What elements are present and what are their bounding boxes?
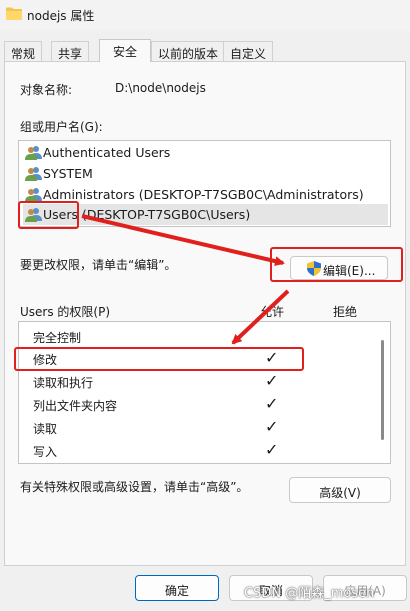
allow-check: ✓ [265,417,279,436]
list-item-label: Administrators (DESKTOP-T7SGB0C\Administ… [43,187,364,202]
tab-sharing[interactable]: 共享 [51,41,90,61]
groups-label: 组或用户名(G): [20,120,103,134]
permissions-scrollbar[interactable] [381,340,384,440]
tab-security[interactable]: 安全 [99,39,151,62]
list-item-system[interactable]: SYSTEM [23,163,388,184]
window-title: nodejs 属性 [27,9,95,23]
tab-customize[interactable]: 自定义 [223,41,274,61]
uac-shield-icon [307,261,321,276]
watermark: CSDN @陌森_mosen [244,586,375,601]
allow-check: ✓ [265,440,279,459]
edit-button-label: 编辑(E)... [323,264,376,278]
permission-row: 读取和执行 ✓ [19,370,374,393]
user-group-icon [25,188,42,202]
permissions-list: 完全控制 修改 ✓ 读取和执行 ✓ 列出文件夹内容 ✓ 读取 ✓ 写入 ✓ [18,321,391,464]
advanced-button[interactable]: 高级(V) [289,477,391,503]
object-name-value: D:\node\nodejs [115,81,206,95]
allow-check: ✓ [265,394,279,413]
user-group-icon [25,146,42,160]
permission-name: 列出文件夹内容 [33,399,118,413]
list-item-administrators[interactable]: Administrators (DESKTOP-T7SGB0C\Administ… [23,184,388,205]
list-item-users[interactable]: Users (DESKTOP-T7SGB0C\Users) [23,204,388,225]
permission-row: 读取 ✓ [19,416,374,439]
list-item-label: Authenticated Users [43,145,171,160]
list-item-label: Users (DESKTOP-T7SGB0C\Users) [43,207,251,222]
user-group-icon [25,167,42,181]
permission-name: 读取和执行 [33,376,94,390]
user-group-icon [25,208,42,222]
tab-general[interactable]: 常规 [4,41,43,61]
permissions-label: Users 的权限(P) [20,305,111,319]
permission-name: 修改 [33,353,58,367]
list-item-authenticated-users[interactable]: Authenticated Users [23,142,388,163]
deny-header: 拒绝 [333,305,358,319]
permission-name: 写入 [33,445,58,459]
permission-row: 完全控制 [19,325,374,348]
users-list: Authenticated Users SYSTEM Administrator… [18,140,391,227]
object-name-label: 对象名称: [20,83,73,97]
title-bar: nodejs 属性 [0,0,410,30]
ok-button[interactable]: 确定 [135,575,219,601]
permission-row: 修改 ✓ [19,347,374,370]
allow-check: ✓ [265,371,279,390]
permission-row: 写入 ✓ [19,439,374,462]
allow-header: 允许 [260,305,285,319]
allow-check: ✓ [265,348,279,367]
permission-name: 完全控制 [33,331,82,345]
list-item-label: SYSTEM [43,166,93,181]
edit-button[interactable]: 编辑(E)... [290,256,388,280]
change-hint: 要更改权限，请单击“编辑”。 [20,258,177,272]
permission-row: 列出文件夹内容 ✓ [19,393,374,416]
permission-name: 读取 [33,422,58,436]
tab-previous-versions[interactable]: 以前的版本 [151,41,226,61]
folder-icon [6,7,22,20]
advanced-hint: 有关特殊权限或高级设置，请单击“高级”。 [20,480,249,494]
